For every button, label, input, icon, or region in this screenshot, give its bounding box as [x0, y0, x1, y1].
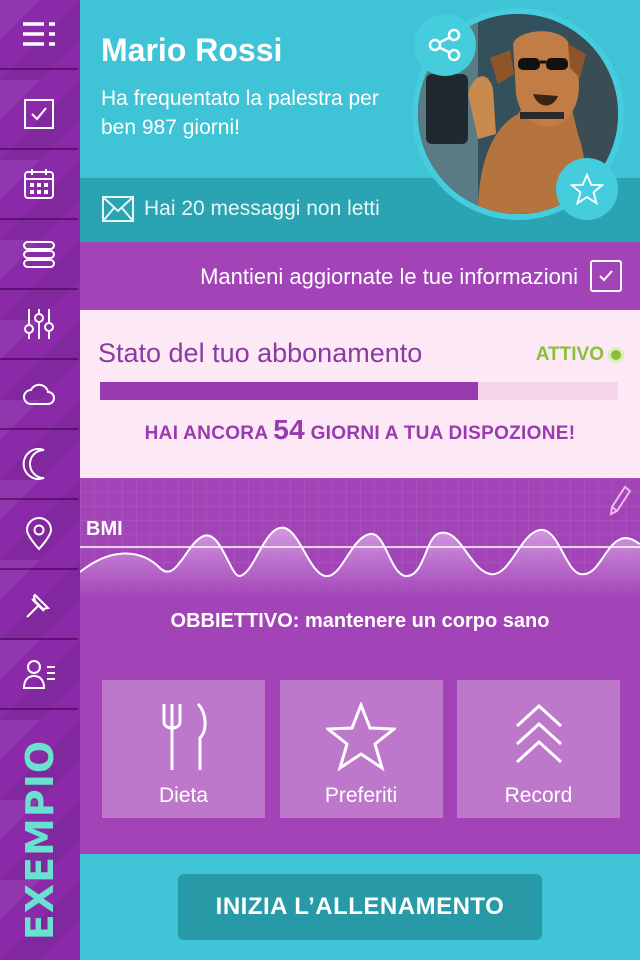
goal-text: OBBIETTIVO: mantenere un corpo sano	[170, 610, 550, 632]
brand-name: EXEMPIO	[18, 739, 63, 941]
remaining-days-suffix: GIORNI A TUA DISPOZIONE!	[310, 423, 576, 444]
share-icon	[428, 28, 461, 62]
favorites-tile-label: Preferiti	[324, 784, 398, 807]
hamburger-menu-icon	[23, 22, 55, 46]
sidebar: EXEMPIO	[0, 0, 80, 960]
status-dot-icon	[608, 347, 624, 363]
diet-tile-label: Dieta	[158, 784, 209, 807]
star-outline-icon	[570, 172, 604, 206]
sidebar-item-calendar[interactable]	[0, 150, 78, 220]
record-tile[interactable]: Record	[457, 680, 620, 818]
sidebar-item-settings[interactable]	[0, 290, 78, 360]
share-button[interactable]	[414, 14, 476, 76]
bmi-chart	[80, 478, 640, 598]
fork-knife-icon	[162, 702, 206, 770]
envelope-icon	[102, 196, 134, 222]
edit-pencil-icon[interactable]	[608, 484, 632, 516]
sidebar-item-weather[interactable]	[0, 360, 78, 430]
check-icon	[599, 270, 613, 282]
footer: INIZIA L’ALLENAMENTO	[80, 854, 640, 960]
unread-messages-text: Hai 20 messaggi non letti	[144, 197, 380, 220]
bmi-label: BMI	[86, 518, 123, 540]
attendance-text: Ha frequentato la palestra per ben 987 g…	[101, 87, 379, 139]
remaining-days-value: 54	[273, 414, 305, 445]
stack-icon	[23, 241, 55, 268]
update-info-row[interactable]: Mantieni aggiornate le tue informazioni	[80, 242, 640, 310]
user-name: Mario Rossi	[101, 32, 283, 68]
sidebar-item-stack[interactable]	[0, 220, 78, 290]
favorite-button[interactable]	[556, 158, 618, 220]
pushpin-icon	[26, 593, 51, 618]
checkbox-icon	[24, 99, 54, 129]
sidebar-item-pin[interactable]	[0, 570, 78, 640]
sidebar-item-sleep[interactable]	[0, 430, 78, 500]
favorites-tile[interactable]: Preferiti	[279, 680, 443, 818]
bmi-section: BMI OBBIETTIVO: mantenere un corpo sano …	[80, 478, 640, 854]
update-info-text: Mantieni aggiornate le tue informazioni	[200, 264, 578, 289]
status-badge: ATTIVO	[536, 344, 624, 366]
sidebar-item-tasks[interactable]	[0, 80, 78, 150]
subscription-progress-fill	[100, 382, 479, 400]
shortcut-tiles: Dieta Preferiti Record	[102, 680, 620, 818]
cloud-icon	[23, 383, 55, 405]
location-pin-icon	[25, 517, 53, 551]
brand-logo: EXEMPIO	[0, 720, 80, 960]
subscription-title: Stato del tuo abbonamento	[98, 338, 423, 368]
update-info-checkbox[interactable]	[590, 260, 622, 292]
subscription-progress-bar	[100, 382, 618, 400]
chevrons-up-icon	[515, 703, 562, 764]
user-list-icon	[22, 660, 55, 689]
calendar-icon	[24, 169, 54, 199]
remaining-days-prefix: HAI ANCORA	[144, 423, 268, 444]
remaining-days-text: HAI ANCORA 54 GIORNI A TUA DISPOZIONE!	[80, 414, 640, 446]
subscription-card: Stato del tuo abbonamento ATTIVO HAI ANC…	[80, 310, 640, 478]
star-icon	[326, 702, 396, 772]
diet-tile[interactable]: Dieta	[102, 680, 265, 818]
record-tile-label: Record	[504, 784, 573, 807]
menu-button[interactable]	[0, 0, 78, 70]
status-text: ATTIVO	[535, 344, 604, 365]
sidebar-item-profile[interactable]	[0, 640, 78, 710]
sidebar-item-location[interactable]	[0, 500, 78, 570]
start-workout-button[interactable]: INIZIA L’ALLENAMENTO	[178, 874, 542, 940]
moon-icon	[22, 448, 45, 480]
sliders-icon	[24, 309, 54, 339]
